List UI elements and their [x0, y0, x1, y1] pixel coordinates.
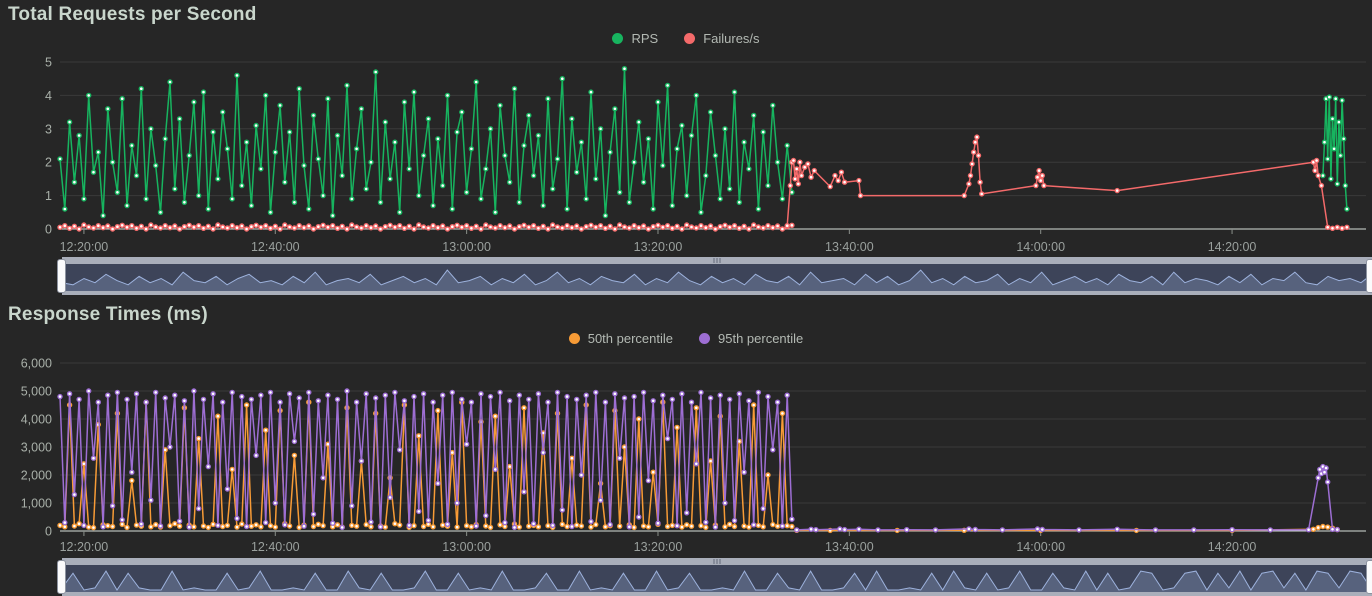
legend-item-failures[interactable]: Failures/s	[684, 31, 759, 46]
chart2-title: Response Times (ms)	[8, 304, 208, 326]
chart2-slider-right-handle[interactable]	[1366, 560, 1372, 594]
svg-text:0: 0	[45, 525, 52, 539]
svg-text:12:20:00: 12:20:00	[60, 540, 109, 554]
chart1-slider-left-handle[interactable]	[57, 259, 66, 293]
svg-text:13:00:00: 13:00:00	[442, 540, 491, 554]
svg-text:6,000: 6,000	[21, 357, 52, 371]
locust-dashboard: { "app": {"background": "#262626"}, "cha…	[0, 0, 1372, 591]
chart1-legend: RPS Failures/s	[0, 31, 1372, 46]
chart1-slider-overview[interactable]	[62, 264, 1372, 291]
chart1-overview-waveform	[62, 264, 1372, 291]
svg-text:1,000: 1,000	[21, 497, 52, 511]
svg-text:14:20:00: 14:20:00	[1208, 240, 1257, 254]
p95-legend-label: 95th percentile	[718, 331, 803, 346]
chart2-slider-left-handle[interactable]	[57, 560, 66, 594]
chart2-zoom-slider[interactable]	[62, 558, 1372, 596]
p50-legend-dot-icon	[569, 333, 580, 344]
svg-text:12:40:00: 12:40:00	[251, 240, 300, 254]
svg-text:1: 1	[45, 189, 52, 203]
svg-text:14:00:00: 14:00:00	[1016, 540, 1065, 554]
p50-legend-label: 50th percentile	[588, 331, 673, 346]
requests-per-second-chart: 0 1 2 3 4 5 12:20:00 12:40:00 13:00:00 13:20:00 13…	[0, 55, 1372, 255]
svg-text:13:40:00: 13:40:00	[825, 540, 874, 554]
chart2-slider-track-bottom[interactable]	[62, 592, 1372, 596]
rps-legend-dot-icon	[612, 33, 623, 44]
svg-text:3: 3	[45, 122, 52, 136]
svg-text:2,000: 2,000	[21, 469, 52, 483]
svg-text:2: 2	[45, 156, 52, 170]
chart2-slider-track[interactable]	[62, 558, 1372, 565]
svg-text:4: 4	[45, 89, 52, 103]
chart2-slider-grip-icon[interactable]	[714, 559, 721, 564]
chart1-title: Total Requests per Second	[8, 4, 257, 26]
svg-text:14:00:00: 14:00:00	[1016, 240, 1065, 254]
svg-text:14:20:00: 14:20:00	[1208, 540, 1257, 554]
svg-text:12:40:00: 12:40:00	[251, 540, 300, 554]
legend-item-rps[interactable]: RPS	[612, 31, 658, 46]
chart1-slider-right-handle[interactable]	[1366, 259, 1372, 293]
svg-text:13:00:00: 13:00:00	[442, 240, 491, 254]
chart1-slider-track-bottom[interactable]	[62, 291, 1372, 295]
svg-text:5: 5	[45, 56, 52, 70]
svg-text:13:20:00: 13:20:00	[634, 240, 683, 254]
chart1-slider-track[interactable]	[62, 257, 1372, 264]
svg-text:4,000: 4,000	[21, 413, 52, 427]
rps-legend-label: RPS	[631, 31, 658, 46]
svg-text:13:40:00: 13:40:00	[825, 240, 874, 254]
svg-text:12:20:00: 12:20:00	[60, 240, 109, 254]
svg-text:5,000: 5,000	[21, 385, 52, 399]
p95-legend-dot-icon	[699, 333, 710, 344]
chart2-overview-waveform	[62, 565, 1372, 592]
chart1-slider-grip-icon[interactable]	[714, 258, 721, 263]
failures-legend-dot-icon	[684, 33, 695, 44]
response-times-chart: 0 1,000 2,000 3,000 4,000 5,000 6,000 12:20:00 1…	[0, 355, 1372, 555]
svg-text:13:20:00: 13:20:00	[634, 540, 683, 554]
svg-text:3,000: 3,000	[21, 441, 52, 455]
chart1-zoom-slider[interactable]	[62, 257, 1372, 295]
svg-text:0: 0	[45, 223, 52, 237]
legend-item-50th-percentile[interactable]: 50th percentile	[569, 331, 673, 346]
chart2-legend: 50th percentile 95th percentile	[0, 331, 1372, 346]
chart2-slider-overview[interactable]	[62, 565, 1372, 592]
failures-legend-label: Failures/s	[703, 31, 759, 46]
legend-item-95th-percentile[interactable]: 95th percentile	[699, 331, 803, 346]
